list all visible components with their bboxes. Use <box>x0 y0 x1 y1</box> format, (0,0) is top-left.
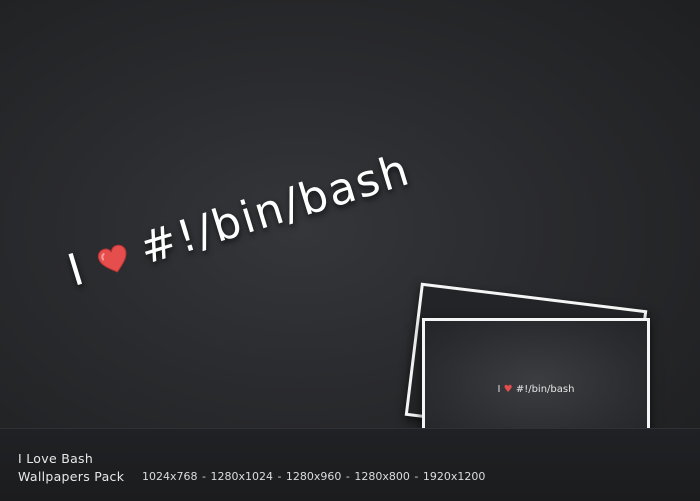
preview-title: I ♥ #!/bin/bash <box>497 383 575 395</box>
mini-heart-icon: ♥ <box>503 383 513 395</box>
pack-title: I Love Bash <box>18 451 94 466</box>
pack-subtitle: Wallpapers Pack <box>18 469 125 484</box>
hero-text: #!/bin/bash <box>133 144 417 275</box>
hero-i: I <box>62 243 92 297</box>
resolution-list: 1024x768 - 1280x1024 - 1280x960 - 1280x8… <box>142 470 486 483</box>
hero-title: I #!/bin/bash <box>62 144 416 297</box>
footer: I Love Bash Wallpapers Pack 1024x768 - 1… <box>0 428 700 501</box>
heart-icon <box>92 232 129 273</box>
